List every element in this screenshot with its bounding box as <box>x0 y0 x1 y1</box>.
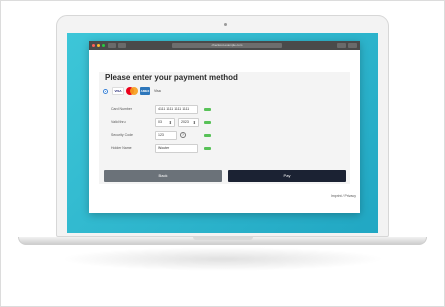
address-bar[interactable]: checkout.example.com <box>172 43 282 48</box>
expiry-month-select[interactable]: 03 ⬍ <box>155 118 175 127</box>
browser-window: checkout.example.com Please enter your p… <box>89 41 360 213</box>
chevron-down-icon: ⬍ <box>168 120 172 125</box>
page-footer: Imprint / Privacy <box>89 184 360 213</box>
card-number-valid-icon <box>204 108 211 111</box>
browser-toolbar: checkout.example.com <box>89 41 360 50</box>
holder-name-valid-icon <box>204 147 211 150</box>
imprint-privacy-link[interactable]: Imprint / Privacy <box>331 194 356 198</box>
maximize-window-icon[interactable] <box>102 44 105 47</box>
selected-brand-label: Visa <box>154 89 161 93</box>
card-number-label: Card Number <box>111 107 133 111</box>
checkout-page: Please enter your payment method VISA AM… <box>89 50 360 213</box>
sidebar-toggle-icon[interactable] <box>118 43 126 48</box>
laptop-shadow <box>60 247 385 271</box>
camera-icon <box>224 23 227 26</box>
back-button[interactable]: Back <box>104 170 222 182</box>
chevron-down-icon: ⬍ <box>192 120 196 125</box>
security-code-input[interactable]: 123 <box>155 131 177 140</box>
card-number-input[interactable]: 4111 1111 1111 1111 <box>155 105 198 114</box>
security-code-valid-icon <box>204 134 211 137</box>
mastercard-logo-icon[interactable] <box>126 87 138 95</box>
close-window-icon[interactable] <box>92 44 95 47</box>
brand-radio[interactable] <box>103 89 108 94</box>
share-icon[interactable] <box>337 43 346 48</box>
amex-logo-icon[interactable]: AMEX <box>140 87 150 95</box>
minimize-window-icon[interactable] <box>97 44 100 47</box>
payment-form: Please enter your payment method VISA AM… <box>99 72 350 184</box>
back-nav-icon[interactable] <box>108 43 116 48</box>
pay-button[interactable]: Pay <box>228 170 346 182</box>
holder-name-label: Holder Name <box>111 146 132 150</box>
page-title: Please enter your payment method <box>105 73 238 82</box>
laptop-notch <box>193 237 253 240</box>
expiry-year-select[interactable]: 2023 ⬍ <box>178 118 199 127</box>
holder-name-input[interactable]: Wouter <box>155 144 198 153</box>
tabs-icon[interactable] <box>348 43 357 48</box>
valid-thru-label: Valid thru <box>111 120 126 124</box>
expiry-valid-icon <box>204 121 211 124</box>
security-code-label: Security Code <box>111 133 133 137</box>
visa-logo-icon[interactable]: VISA <box>112 87 124 95</box>
help-icon[interactable]: ? <box>180 132 186 138</box>
